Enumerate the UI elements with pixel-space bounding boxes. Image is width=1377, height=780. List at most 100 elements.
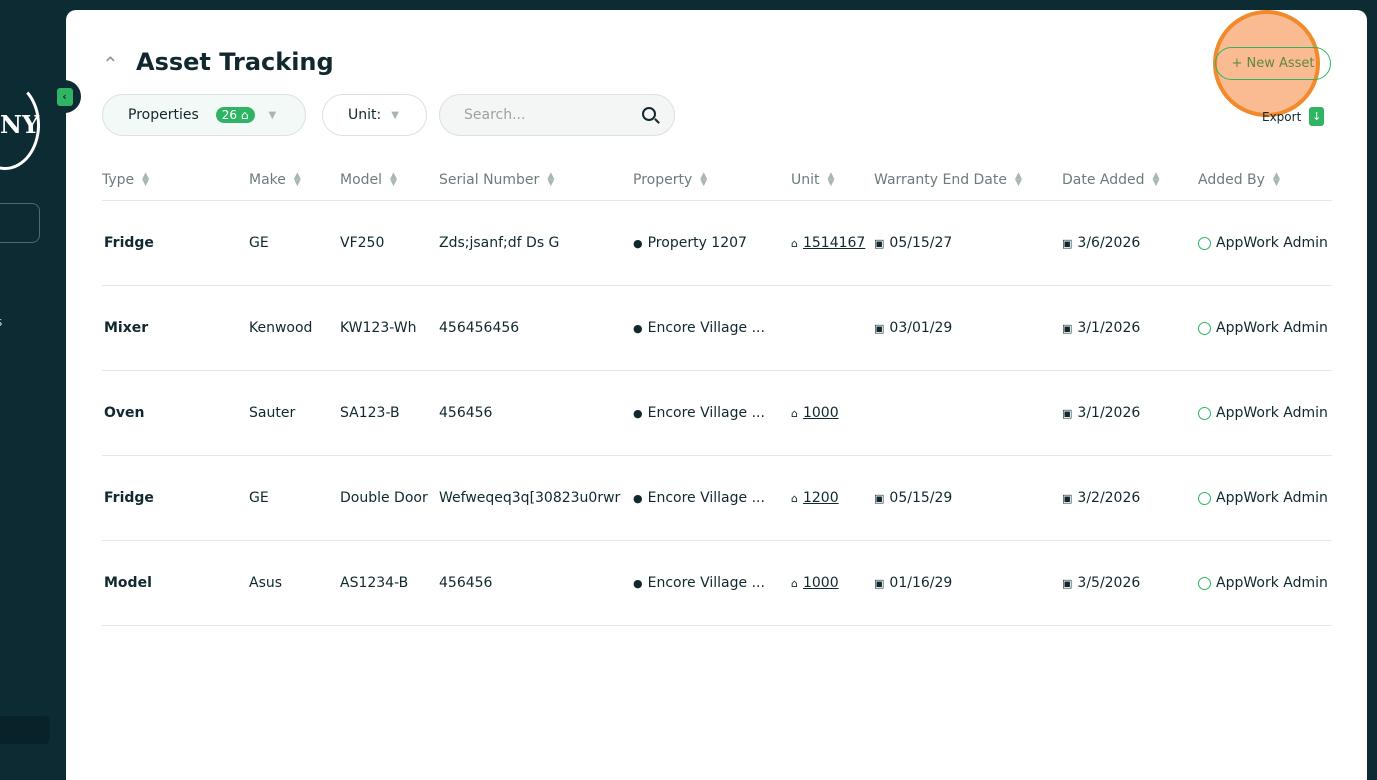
warranty-date: 05/15/29 xyxy=(889,490,953,506)
type-cell: Fridge xyxy=(104,490,154,506)
calendar-icon: ▣ xyxy=(1062,407,1073,420)
date-added-cell: ▣ 3/1/2026 xyxy=(1062,320,1198,336)
column-label: Property xyxy=(633,172,693,188)
export-button[interactable]: Export ↓ xyxy=(1262,107,1325,126)
sort-icon[interactable]: ▲ ▼ xyxy=(142,172,149,188)
model-cell: VF250 xyxy=(340,235,385,251)
search-input[interactable]: Search... xyxy=(439,94,675,136)
column-header[interactable]: Type ▲ ▼ xyxy=(102,172,249,188)
user-avatar-icon xyxy=(1198,491,1211,505)
unit-filter[interactable]: Unit: ▼ xyxy=(322,94,427,136)
file-download-icon: ↓ xyxy=(1309,107,1325,126)
sidebar: NY s xyxy=(0,0,66,769)
calendar-icon: ▣ xyxy=(1062,237,1073,250)
property-name: Property 1207 xyxy=(647,235,747,251)
sort-icon[interactable]: ▲ ▼ xyxy=(828,172,835,188)
warranty-cell: ▣ 05/15/29 xyxy=(874,490,1062,506)
calendar-icon: ▣ xyxy=(1062,577,1073,590)
table-row[interactable]: Fridge GE VF250 Zds;jsanf;df Ds G ● Prope… xyxy=(102,201,1332,286)
unit-link[interactable]: 1000 xyxy=(803,405,839,421)
sidebar-search-box[interactable] xyxy=(0,203,40,243)
column-header[interactable]: Added By ▲ ▼ xyxy=(1198,172,1332,188)
table-row[interactable]: Oven Sauter SA123-B 456456 ● Encore Villa… xyxy=(102,371,1332,456)
column-header[interactable]: Make ▲ ▼ xyxy=(249,172,340,188)
properties-filter[interactable]: Properties 26 ⌂ ▼ xyxy=(102,94,306,136)
home-icon: ⌂ xyxy=(791,577,798,590)
column-header[interactable]: Property ▲ ▼ xyxy=(633,172,791,188)
column-header[interactable]: Model ▲ ▼ xyxy=(340,172,439,188)
calendar-icon: ▣ xyxy=(874,492,885,505)
collapse-sidebar-button[interactable]: ‹ xyxy=(48,80,81,113)
model-cell: KW123-Wh xyxy=(340,320,417,336)
sort-icon[interactable]: ▲ ▼ xyxy=(1273,172,1280,188)
user-avatar-icon xyxy=(1198,236,1211,250)
model-cell: SA123-B xyxy=(340,405,400,421)
date-added: 3/6/2026 xyxy=(1077,235,1141,251)
caret-down-icon: ▼ xyxy=(268,109,277,121)
added-by: AppWork Admin xyxy=(1216,235,1328,251)
type-cell: Fridge xyxy=(104,235,154,251)
table-row[interactable]: Fridge GE Double Door Wefweqeq3q[30823u0… xyxy=(102,456,1332,541)
added-by-cell: AppWork Admin xyxy=(1198,320,1332,336)
make-cell: GE xyxy=(249,235,269,251)
property-name: Encore Village ... xyxy=(647,405,765,421)
date-added-cell: ▣ 3/5/2026 xyxy=(1062,575,1198,591)
warranty-cell: ▣ 03/01/29 xyxy=(874,320,1062,336)
sort-icon[interactable]: ▲ ▼ xyxy=(1015,172,1022,188)
sort-icon[interactable]: ▲ ▼ xyxy=(700,172,707,188)
export-label: Export xyxy=(1262,109,1302,124)
property-cell: ● Encore Village ... xyxy=(633,575,791,591)
properties-count-badge: 26 ⌂ xyxy=(215,107,255,123)
location-pin-icon: ● xyxy=(633,492,643,505)
home-icon: ⌂ xyxy=(791,492,798,505)
chevron-up-icon[interactable]: ⌃ xyxy=(102,52,119,76)
column-header[interactable]: Warranty End Date ▲ ▼ xyxy=(874,172,1062,188)
column-header[interactable]: Unit ▲ ▼ xyxy=(791,172,874,188)
unit-link[interactable]: 1514167 xyxy=(803,235,865,251)
column-label: Date Added xyxy=(1062,172,1145,188)
column-header[interactable]: Date Added ▲ ▼ xyxy=(1062,172,1198,188)
column-header[interactable]: Serial Number ▲ ▼ xyxy=(439,172,633,188)
calendar-icon: ▣ xyxy=(874,237,885,250)
search-icon xyxy=(642,107,656,121)
added-by: AppWork Admin xyxy=(1216,405,1328,421)
added-by: AppWork Admin xyxy=(1216,490,1328,506)
make-cell: GE xyxy=(249,490,269,506)
type-cell: Model xyxy=(104,575,152,591)
home-icon: ⌂ xyxy=(791,237,798,250)
unit-cell: ⌂ 1000 xyxy=(791,405,874,421)
sidebar-item[interactable]: s xyxy=(0,315,2,329)
type-cell: Mixer xyxy=(104,320,149,336)
sort-icon[interactable]: ▲ ▼ xyxy=(1153,172,1160,188)
property-cell: ● Property 1207 xyxy=(633,235,791,251)
date-added: 3/5/2026 xyxy=(1077,575,1141,591)
type-cell: Oven xyxy=(104,405,145,421)
table-row[interactable]: Mixer Kenwood KW123-Wh 456456456 ● Encore… xyxy=(102,286,1332,371)
serial-cell: 456456456 xyxy=(439,320,520,336)
table-row[interactable]: Model Asus AS1234-B 456456 ● Encore Villa… xyxy=(102,541,1332,626)
unit-link[interactable]: 1200 xyxy=(803,490,839,506)
sort-icon[interactable]: ▲ ▼ xyxy=(390,172,397,188)
page-title: Asset Tracking xyxy=(136,48,334,76)
new-asset-button[interactable]: + New Asset xyxy=(1215,47,1331,80)
column-label: Unit xyxy=(791,172,820,188)
sort-icon[interactable]: ▲ ▼ xyxy=(547,172,554,188)
property-name: Encore Village ... xyxy=(647,575,765,591)
date-added-cell: ▣ 3/6/2026 xyxy=(1062,235,1198,251)
calendar-icon: ▣ xyxy=(1062,322,1073,335)
unit-cell: ⌂ 1000 xyxy=(791,575,874,591)
unit-cell: ⌂ 1200 xyxy=(791,490,874,506)
sidebar-bottom-item[interactable] xyxy=(0,716,50,744)
unit-link[interactable]: 1000 xyxy=(803,575,839,591)
warranty-date: 03/01/29 xyxy=(889,320,953,336)
calendar-icon: ▣ xyxy=(874,322,885,335)
location-pin-icon: ● xyxy=(633,237,643,250)
calendar-icon: ▣ xyxy=(874,577,885,590)
column-label: Make xyxy=(249,172,286,188)
location-pin-icon: ● xyxy=(633,407,643,420)
model-cell: AS1234-B xyxy=(340,575,409,591)
sort-icon[interactable]: ▲ ▼ xyxy=(294,172,301,188)
table-header: Type ▲ ▼ Make ▲ ▼ Model ▲ ▼ Serial Number ▲ ▼ Proper… xyxy=(102,160,1332,201)
make-cell: Sauter xyxy=(249,405,296,421)
serial-cell: Zds;jsanf;df Ds G xyxy=(439,235,560,251)
